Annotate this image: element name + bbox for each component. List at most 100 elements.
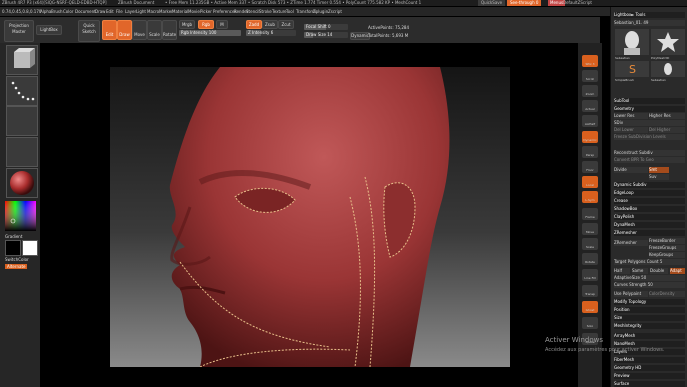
target-polygons-slider[interactable]: Target Polygons Count 5 [614, 259, 685, 265]
color-density-slider[interactable]: ColorDensity [649, 291, 685, 297]
menu-stroke[interactable]: Stroke [259, 8, 272, 15]
divide-button[interactable]: Divide [614, 167, 648, 173]
convert-bpr-button[interactable]: Convert BPR To Geo [614, 157, 685, 163]
solo-button[interactable]: Solo [582, 317, 598, 329]
menu-draw[interactable]: Draw [95, 8, 105, 15]
transp-button[interactable]: Transp [582, 285, 598, 297]
floor-button[interactable]: Floor [582, 161, 598, 173]
menu-edit[interactable]: Edit [106, 8, 114, 15]
menu-light[interactable]: Light [136, 8, 146, 15]
tool-thumb-sebastian-2[interactable] [651, 61, 685, 77]
menu-marker[interactable]: Marker [159, 8, 173, 15]
persp-button[interactable]: Persp [582, 146, 598, 158]
ghost-button[interactable]: Ghost [582, 301, 598, 313]
menu-stencil[interactable]: Stencil [246, 8, 260, 15]
menu-preferences[interactable]: Preferences [213, 8, 237, 15]
frame-button[interactable]: Frame [582, 208, 598, 220]
edgeloop-section[interactable]: EdgeLoop [614, 190, 685, 196]
claypolish-section[interactable]: ClayPolish [614, 214, 685, 220]
menu-texture[interactable]: Texture [272, 8, 287, 15]
scale-view-button[interactable]: Scale [582, 238, 598, 250]
menu-zscript[interactable]: Zscript [328, 8, 342, 15]
focal-shift-slider[interactable]: Focal Shift 0 [304, 24, 348, 30]
freeze-groups-button[interactable]: FreezeGroups [649, 245, 685, 251]
material-thumbnail[interactable] [6, 168, 38, 198]
arraymesh-section[interactable]: ArrayMesh [614, 333, 685, 339]
tool-thumb-sebastian[interactable] [615, 29, 649, 55]
del-higher-button[interactable]: Del Higher [649, 127, 685, 133]
color-picker[interactable] [5, 201, 36, 231]
freeze-border-button[interactable]: FreezeBorder [649, 238, 685, 244]
draw-button[interactable]: Draw [117, 20, 132, 40]
tool-thumb-simplebrush[interactable]: S [615, 61, 649, 77]
same-button[interactable]: Same [632, 268, 648, 274]
brush-thumbnail[interactable] [6, 45, 38, 75]
size-section[interactable]: Size [614, 315, 685, 321]
quick-sketch-button[interactable]: Quick Sketch [78, 20, 100, 42]
dynamesh-section[interactable]: DynaMesh [614, 222, 685, 228]
alternate-button[interactable]: Alternate [5, 264, 28, 269]
move-view-button[interactable]: Move [582, 223, 598, 235]
zsub-button[interactable]: Zsub [262, 20, 278, 29]
double-button[interactable]: Double [650, 268, 668, 274]
tool-thumb-polymesh3d[interactable] [651, 29, 685, 55]
alpha-thumbnail[interactable] [6, 106, 38, 136]
menu-macro[interactable]: Macro [147, 8, 159, 15]
scale-button[interactable]: Scale [147, 20, 162, 40]
dynamic-subdiv-section[interactable]: Dynamic Subdiv [614, 182, 685, 188]
see-through-slider[interactable]: See-through 0 [507, 0, 542, 6]
use-polypaint-button[interactable]: Use Polypaint [614, 291, 648, 297]
secondary-color-swatch[interactable] [22, 240, 38, 256]
scroll-button[interactable]: Scroll [582, 70, 598, 82]
rotate-button[interactable]: Rotate [162, 20, 177, 40]
surface-section[interactable]: Surface [614, 381, 685, 387]
tool-name-slider[interactable]: Sebastian_01. 49 [614, 20, 685, 26]
del-lower-button[interactable]: Del Lower [614, 127, 648, 133]
local-button[interactable]: Local [582, 176, 598, 188]
m-button[interactable]: M [216, 20, 228, 29]
menu-file[interactable]: File [116, 8, 123, 15]
viewport-canvas[interactable] [110, 67, 510, 367]
zoom-button[interactable]: Zoom [582, 85, 598, 97]
keep-groups-button[interactable]: KeepGroups [649, 252, 685, 258]
shadowbox-section[interactable]: ShadowBox [614, 206, 685, 212]
texture-thumbnail[interactable] [6, 137, 38, 167]
suv-toggle[interactable]: Suv [649, 174, 669, 180]
z-intensity-slider[interactable]: Z Intensity 6 [246, 30, 296, 36]
lsym-button[interactable]: L.Sym [582, 191, 598, 203]
position-section[interactable]: Position [614, 307, 685, 313]
subtool-section[interactable]: SubTool [614, 98, 685, 104]
freeze-subdivision-button[interactable]: Freeze SubDivision Levels [614, 134, 685, 140]
rotate-view-button[interactable]: Rotate [582, 253, 598, 265]
draw-size-slider[interactable]: Draw Size 14 [304, 32, 348, 38]
menu-document[interactable]: Document [75, 8, 96, 15]
adaptive-size-slider[interactable]: AdaptiveSize 50 [614, 275, 685, 281]
spix-button[interactable]: SPix 3 [582, 55, 598, 67]
edit-button[interactable]: Edit [102, 20, 117, 40]
quicksave-button[interactable]: QuickSave [478, 0, 506, 6]
rgb-button[interactable]: Rgb [198, 20, 214, 29]
zcut-button[interactable]: Zcut [278, 20, 294, 29]
meshintegrity-section[interactable]: MeshIntegrity [614, 323, 685, 329]
menu-layer[interactable]: Layer [125, 8, 136, 15]
mrgb-button[interactable]: Mrgb [179, 20, 195, 29]
half-button[interactable]: Half [614, 268, 630, 274]
smt-toggle[interactable]: Smt [649, 167, 669, 173]
lightbox-button[interactable]: LightBox [36, 25, 62, 35]
gradient-label[interactable]: Gradient [5, 234, 22, 239]
actual-button[interactable]: Actual [582, 100, 598, 112]
curves-strength-slider[interactable]: Curves Strength 50 [614, 282, 685, 288]
crease-section[interactable]: Crease [614, 198, 685, 204]
preview-section[interactable]: Preview [614, 373, 685, 379]
menu-tool[interactable]: Tool [286, 8, 294, 15]
lower-res-button[interactable]: Lower Res [614, 113, 648, 119]
adapt-button[interactable]: Adapt [670, 268, 685, 274]
menu-picker[interactable]: Picker [200, 8, 212, 15]
geometry-hd-section[interactable]: Geometry HD [614, 365, 685, 371]
zremesher-section[interactable]: ZRemesher [614, 230, 685, 236]
menu-color[interactable]: Color [63, 8, 73, 15]
default-zscript-button[interactable]: DefaultZScript [563, 0, 592, 6]
menu-alpha[interactable]: Alpha [40, 8, 51, 15]
menu-zplugin[interactable]: Zplugin [313, 8, 328, 15]
dynamic-persp-button[interactable]: Dynamic [582, 131, 598, 143]
